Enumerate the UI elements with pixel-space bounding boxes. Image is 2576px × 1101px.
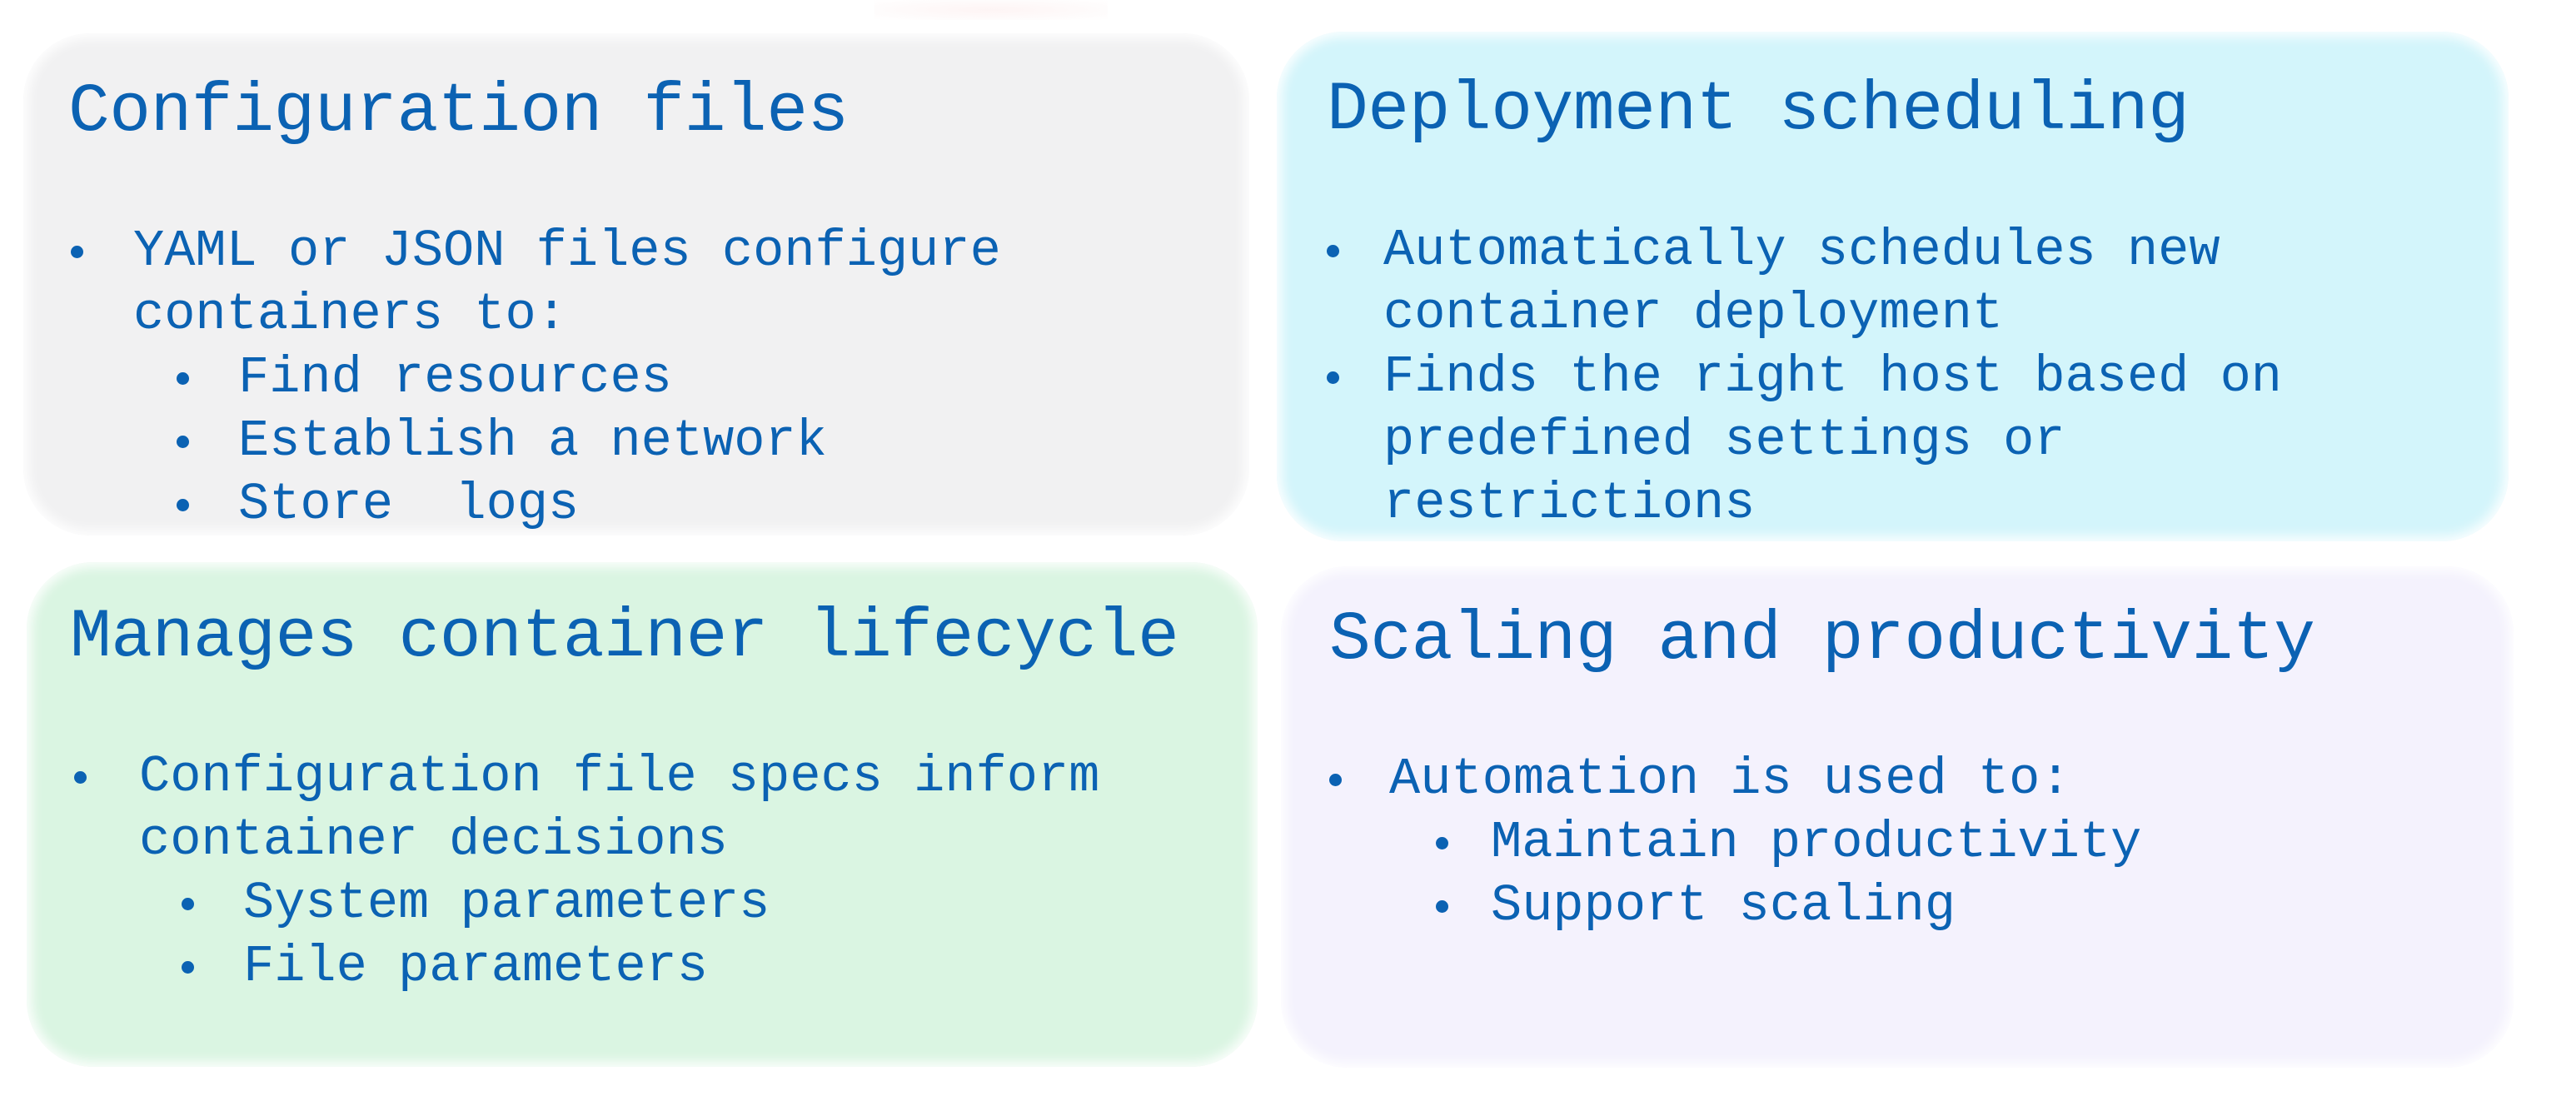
bullet-text: container deployment — [1383, 284, 2004, 343]
bullet-item: Automatically schedules new container de… — [1277, 219, 2282, 346]
sub-bullet-item: Establish a network — [23, 410, 1001, 473]
sub-bullet-text: File parameters — [243, 937, 709, 996]
bullet-dot-icon — [182, 898, 194, 910]
sub-bullet-item: System parameters — [27, 872, 1099, 935]
card-title: Configuration files — [68, 72, 849, 151]
sub-bullet-item: Find resources — [23, 346, 1001, 410]
bullet-text: Automatically schedules new — [1383, 221, 2220, 280]
bullet-dot-icon — [1436, 900, 1448, 913]
bullet-text: restrictions — [1383, 474, 1756, 533]
bullet-text: predefined settings or — [1383, 411, 2065, 470]
sub-bullet-item: Store logs — [23, 473, 1001, 536]
sub-bullet-text: Maintain productivity — [1491, 813, 2142, 872]
sub-bullet-text: Support scaling — [1491, 876, 1956, 935]
card-title: Manages container lifecycle — [70, 598, 1179, 676]
bullet-text: container decisions — [139, 810, 728, 869]
card-manages-container-lifecycle: Manages container lifecycle Configuratio… — [27, 562, 1258, 1067]
bullet-dot-icon — [182, 961, 194, 974]
bullet-item: Configuration file specs inform containe… — [27, 745, 1099, 872]
bullet-dot-icon — [177, 499, 189, 511]
bullet-dot-icon — [1327, 245, 1339, 257]
sub-bullet-item: Support scaling — [1281, 874, 2141, 938]
bullet-dot-icon — [74, 771, 87, 784]
card-title: Scaling and productivity — [1329, 600, 2315, 679]
bullet-list: Configuration file specs inform containe… — [27, 745, 1099, 999]
bullet-text: containers to: — [133, 285, 567, 344]
card-configuration-files: Configuration files YAML or JSON files c… — [23, 33, 1249, 536]
sub-bullet-text: Establish a network — [238, 411, 827, 471]
bullet-item: Automation is used to: — [1281, 748, 2141, 811]
sub-bullet-text: System parameters — [243, 874, 770, 933]
bullet-text: Finds the right host based on — [1383, 347, 2282, 406]
background-glow — [874, 0, 1108, 20]
bullet-dot-icon — [1327, 371, 1339, 384]
card-scaling-and-productivity: Scaling and productivity Automation is u… — [1281, 566, 2514, 1068]
bullet-text: YAML or JSON files configure — [133, 222, 1001, 281]
bullet-dot-icon — [1436, 837, 1448, 849]
bullet-dot-icon — [71, 246, 83, 258]
bullet-list: YAML or JSON files configure containers … — [23, 220, 1001, 536]
bullet-list: Automation is used to: Maintain producti… — [1281, 748, 2141, 938]
card-deployment-scheduling: Deployment scheduling Automatically sche… — [1277, 32, 2509, 541]
sub-bullet-text: Store logs — [238, 475, 580, 534]
bullet-text: Automation is used to: — [1389, 750, 2071, 809]
bullet-item: Finds the right host based on predefined… — [1277, 346, 2282, 536]
bullet-list: Automatically schedules new container de… — [1277, 219, 2282, 536]
bullet-dot-icon — [1329, 774, 1342, 786]
bullet-dot-icon — [177, 372, 189, 385]
sub-bullet-item: File parameters — [27, 935, 1099, 999]
bullet-text: Configuration file specs inform — [139, 747, 1100, 806]
bullet-dot-icon — [177, 436, 189, 448]
bullet-item: YAML or JSON files configure containers … — [23, 220, 1001, 346]
sub-bullet-item: Maintain productivity — [1281, 811, 2141, 874]
sub-bullet-text: Find resources — [238, 348, 672, 407]
card-title: Deployment scheduling — [1327, 71, 2190, 149]
